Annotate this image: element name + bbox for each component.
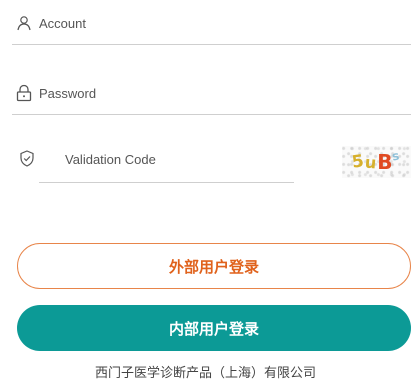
company-footer: 西门子医学诊断产品（上海）有限公司 <box>94 366 316 380</box>
password-placeholder: Password <box>39 85 97 101</box>
captcha-char: B <box>377 150 393 174</box>
lock-icon <box>13 82 35 104</box>
account-placeholder: Account <box>39 15 86 31</box>
password-field[interactable]: Password <box>12 72 411 115</box>
external-user-login-button[interactable]: 外部用户登录 <box>17 243 411 289</box>
user-icon <box>13 12 35 34</box>
captcha-image[interactable]: 5 u B s <box>342 146 411 178</box>
internal-user-login-button[interactable]: 内部用户登录 <box>17 305 411 351</box>
account-field[interactable]: Account <box>12 2 411 45</box>
validation-code-row: Validation Code 5 u B s <box>12 140 411 186</box>
shield-check-icon <box>18 149 36 167</box>
validation-code-underline <box>39 182 294 183</box>
login-page: Account Password Validation Code 5 u B s <box>0 0 411 380</box>
captcha-char: s <box>391 148 401 164</box>
validation-code-input[interactable]: Validation Code <box>65 152 156 167</box>
captcha-char: u <box>364 152 378 172</box>
captcha-char: 5 <box>350 151 366 173</box>
